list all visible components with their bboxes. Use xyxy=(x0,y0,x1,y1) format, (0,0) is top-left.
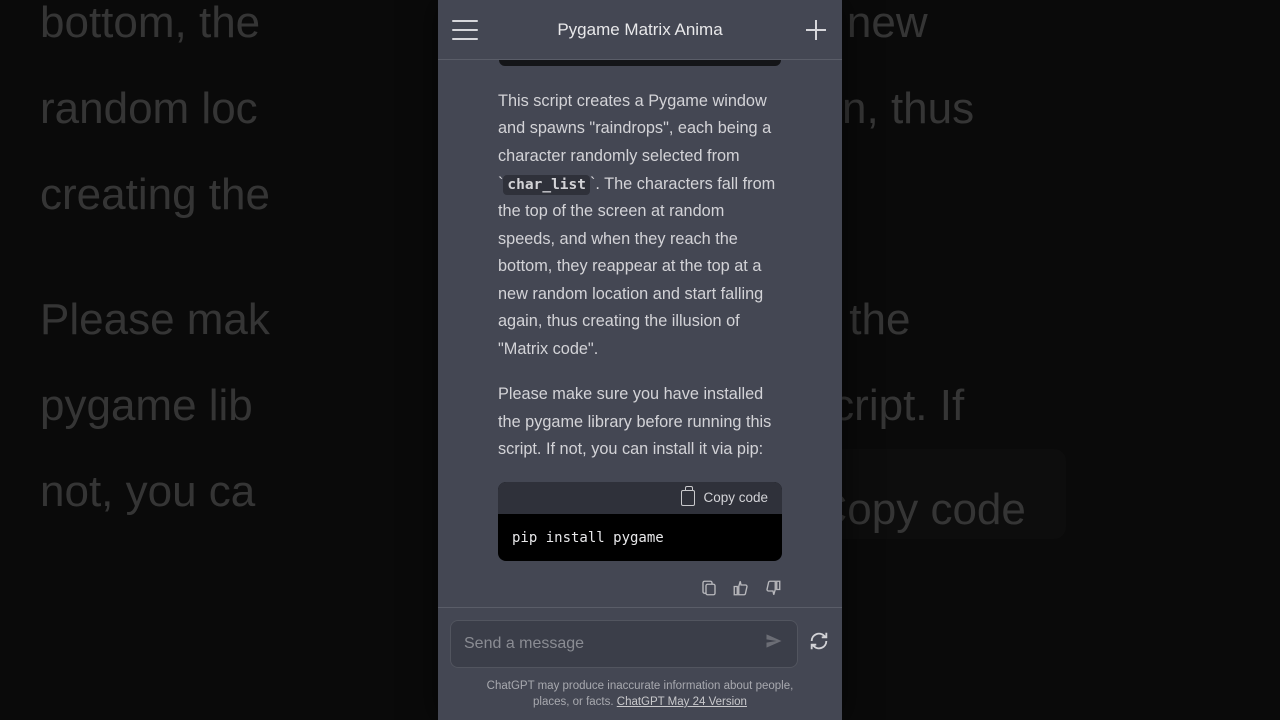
copy-code-button[interactable]: Copy code xyxy=(498,482,782,514)
message-text: Please make sure you have installed the … xyxy=(498,381,782,464)
disclaimer-text: ChatGPT may produce inaccurate informati… xyxy=(450,668,830,710)
regenerate-icon[interactable] xyxy=(808,630,830,657)
message-text: . The characters fall from the top of th… xyxy=(498,175,775,358)
send-icon[interactable] xyxy=(764,631,784,656)
chat-app-window: Pygame Matrix Anima This script creates … xyxy=(438,0,842,720)
code-content: pip install pygame xyxy=(498,514,782,561)
thumbs-down-icon[interactable] xyxy=(764,579,782,597)
header-bar: Pygame Matrix Anima xyxy=(438,0,842,60)
assistant-message: This script creates a Pygame window and … xyxy=(454,66,826,482)
message-input[interactable] xyxy=(464,635,764,653)
message-input-container[interactable] xyxy=(450,620,798,668)
message-text: This script creates a Pygame window and … xyxy=(498,92,771,165)
page-title: Pygame Matrix Anima xyxy=(557,20,722,40)
inline-code: char_list xyxy=(503,175,590,195)
new-chat-button[interactable] xyxy=(804,18,828,42)
prev-code-block-bottom xyxy=(499,60,781,66)
message-scroll-area[interactable]: This script creates a Pygame window and … xyxy=(438,60,842,607)
code-block: Copy code pip install pygame xyxy=(498,482,782,561)
version-link[interactable]: ChatGPT May 24 Version xyxy=(617,696,747,708)
message-actions xyxy=(454,561,826,607)
footer: ChatGPT may produce inaccurate informati… xyxy=(438,607,842,720)
copy-code-label: Copy code xyxy=(703,490,768,505)
menu-icon[interactable] xyxy=(452,20,478,40)
clipboard-icon xyxy=(681,490,695,506)
copy-message-icon[interactable] xyxy=(700,579,718,597)
thumbs-up-icon[interactable] xyxy=(732,579,750,597)
